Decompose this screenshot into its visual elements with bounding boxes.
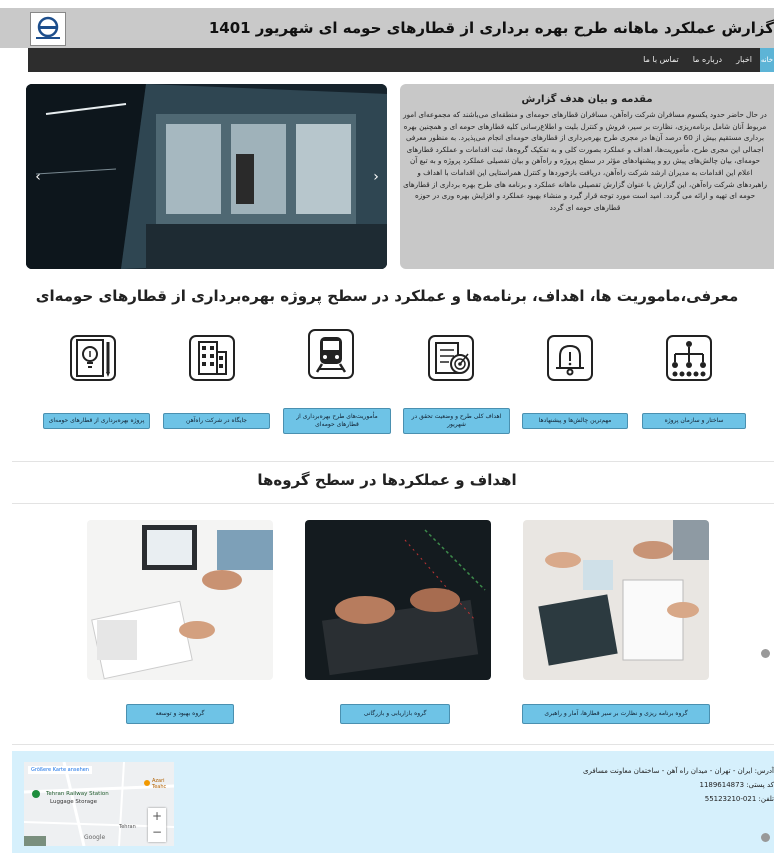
map-poi-icon — [144, 780, 150, 786]
railway-logo[interactable] — [30, 12, 66, 46]
map-place-sub: Luggage Storage — [50, 799, 97, 805]
goals-status-button[interactable]: اهداف کلی طرح و وضعیت تحقق در شهریور — [403, 408, 510, 434]
postal-code: کد پستی: 1189614873 — [699, 781, 774, 789]
map-poi-label: Azari Teahc — [152, 778, 167, 790]
marketing-group-button[interactable]: گروه بازاریابی و بازرگانی — [340, 704, 450, 724]
image-carousel — [26, 84, 387, 269]
building-icon[interactable] — [186, 330, 238, 386]
zoom-in-button[interactable]: + — [148, 808, 166, 825]
map-enlarge-link[interactable]: Größere Karte ansehen — [28, 766, 92, 774]
carousel-next-button[interactable]: › — [368, 84, 384, 269]
missions-button[interactable]: مأموریت‌های طرح بهره‌برداری از قطارهای ح… — [283, 408, 391, 434]
map-provider-logo: Google — [84, 834, 106, 841]
org-structure-button[interactable]: ساختار و سازمان پروژه — [642, 413, 746, 429]
carousel-dot[interactable] — [761, 649, 770, 658]
divider — [12, 744, 774, 745]
carousel-prev-button[interactable]: ‹ — [30, 84, 46, 269]
target-checklist-icon[interactable] — [425, 330, 477, 386]
marketing-group-photo[interactable] — [305, 520, 491, 680]
map-zoom-controls: + − — [148, 808, 166, 842]
section-mission-title: معرفی،ماموریت ها، اهداف، برنامه‌ها و عمل… — [35, 287, 739, 305]
intro-panel: مقدمه و بیان هدف گزارش در حال حاضر حدود … — [400, 84, 774, 269]
address-line: آدرس: ایران - تهران - میدان راه آهن - سا… — [583, 767, 774, 775]
divider — [12, 461, 774, 462]
bell-icon[interactable] — [544, 330, 596, 386]
document-idea-icon[interactable] — [67, 330, 119, 386]
location-map[interactable]: Größere Karte ansehen Tehran Railway Sta… — [24, 762, 174, 846]
map-place-name: Tehran Railway Station — [46, 791, 109, 797]
zoom-out-button[interactable]: − — [148, 825, 166, 842]
section-groups-title: اهداف و عملکردها در سطح گروه‌ها — [257, 471, 517, 489]
page-title: گزارش عملکرد ماهانه طرح بهره برداری از ق… — [208, 19, 774, 37]
project-button[interactable]: پروژه بهره‌برداری از قطارهای حومه‌ای — [43, 413, 150, 429]
intro-title: مقدمه و بیان هدف گزارش — [521, 94, 653, 105]
footer-dot[interactable] — [761, 833, 770, 842]
intro-body: در حال حاضر حدود یکسوم مسافران شرکت راه‌… — [403, 110, 767, 212]
planning-group-photo[interactable] — [523, 520, 709, 680]
map-area-label: Tehran — [119, 824, 136, 830]
contact-info: آدرس: ایران - تهران - میدان راه آهن - سا… — [524, 764, 774, 806]
challenges-button[interactable]: مهم‌ترین چالش‌ها و پیشنهادها — [522, 413, 628, 429]
planning-group-button[interactable]: گروه برنامه ریزی و نظارت بر سیر قطارها، … — [522, 704, 710, 724]
map-pin-icon[interactable] — [32, 790, 40, 798]
development-group-photo[interactable] — [87, 520, 273, 680]
train-icon[interactable] — [305, 326, 357, 382]
org-chart-icon[interactable] — [663, 330, 715, 386]
phone-number: تلفن: 021-55123210 — [704, 795, 774, 803]
nav-about[interactable]: درباره ما — [693, 48, 722, 72]
train-photo — [26, 84, 387, 269]
nav-home[interactable]: خانه — [760, 48, 774, 72]
position-button[interactable]: جایگاه در شرکت راه‌آهن — [163, 413, 270, 429]
nav-contact[interactable]: تماس با ما — [643, 48, 679, 72]
development-group-button[interactable]: گروه بهبود و توسعه — [126, 704, 234, 724]
divider — [12, 503, 774, 504]
nav-news[interactable]: اخبار — [736, 48, 752, 72]
main-nav: خانه اخبار درباره ما تماس با ما — [28, 48, 774, 72]
